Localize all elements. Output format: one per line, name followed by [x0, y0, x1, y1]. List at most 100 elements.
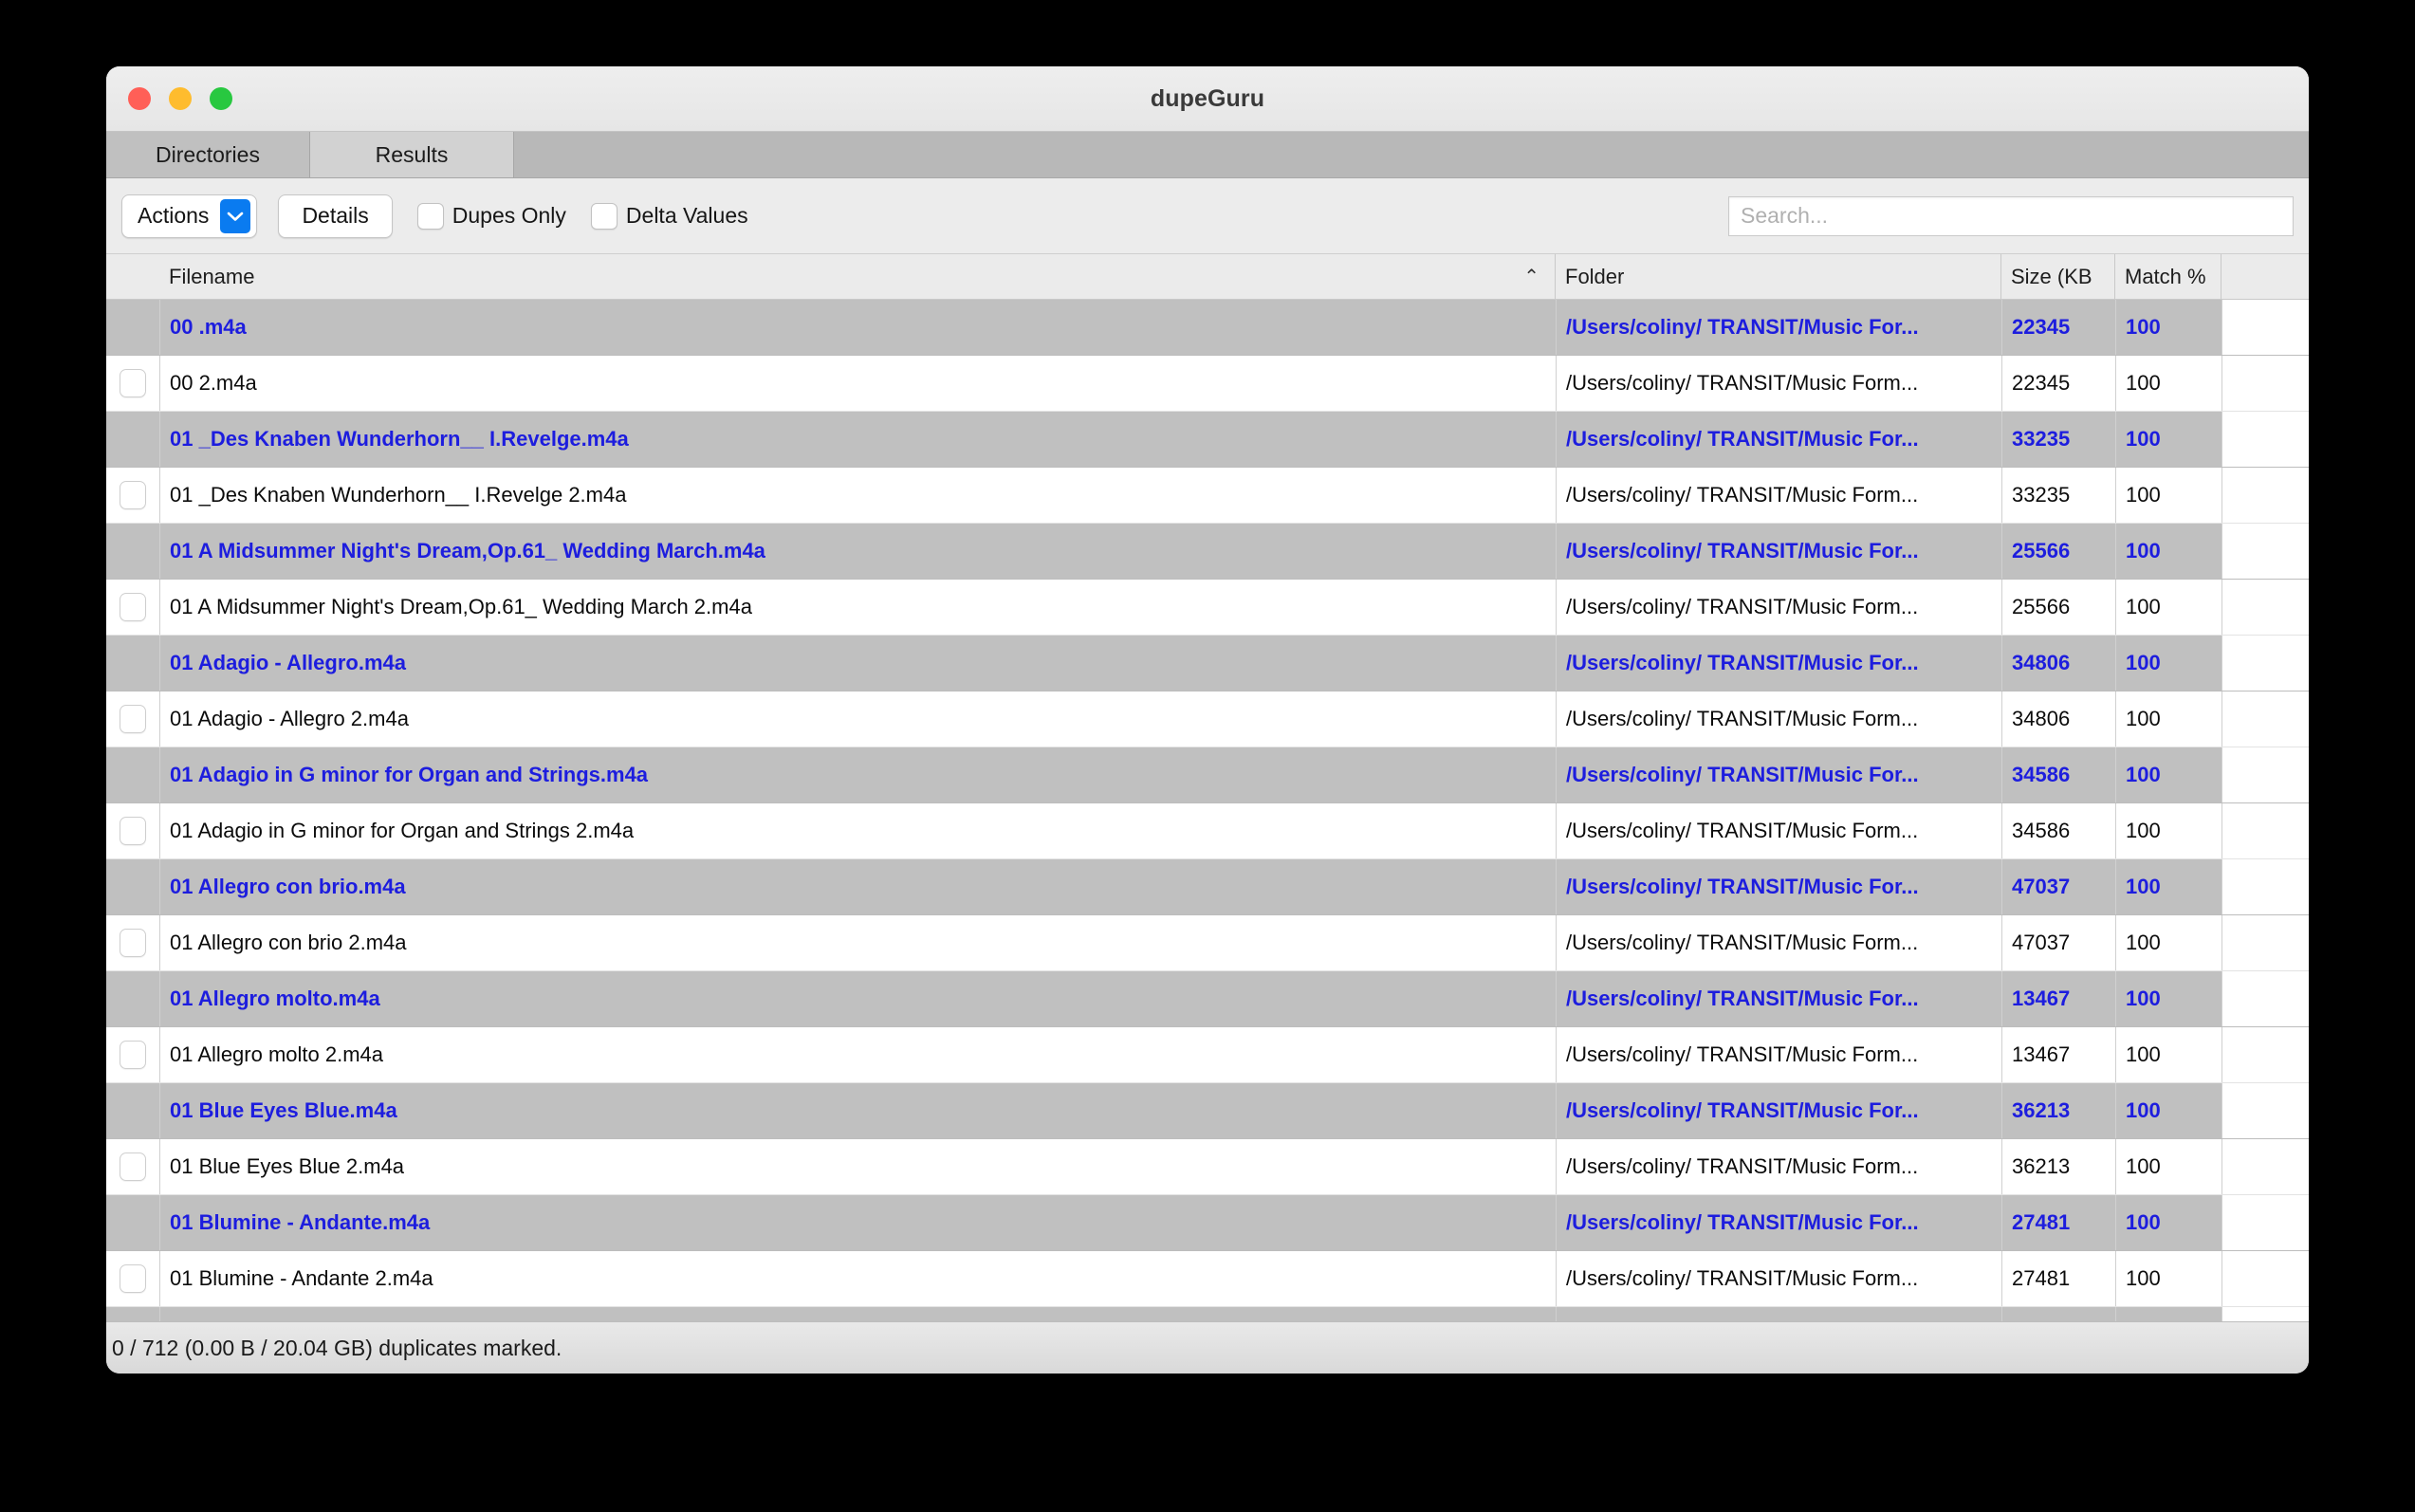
actions-button[interactable]: Actions	[121, 194, 258, 238]
row-filename: 01 Blue Eyes Blue.m4a	[159, 1083, 1556, 1138]
row-filename: 00 .m4a	[159, 300, 1556, 355]
table-row-group[interactable]: 01 A Midsummer Night's Dream,Op.61_ Wedd…	[106, 524, 2309, 580]
row-checkbox[interactable]	[120, 1264, 146, 1293]
tab-bar: Directories Results	[106, 132, 2309, 178]
table-row[interactable]: 01 Allegro con brio 2.m4a/Users/coliny/ …	[106, 915, 2309, 971]
search-input[interactable]: Search...	[1728, 195, 2294, 236]
row-match: 100	[2115, 971, 2221, 1026]
row-checkbox[interactable]	[120, 1041, 146, 1069]
row-checkbox[interactable]	[120, 369, 146, 397]
row-checkbox-cell	[106, 412, 159, 467]
row-checkbox[interactable]	[120, 929, 146, 957]
row-match: 100	[2115, 524, 2221, 579]
row-size: 27481	[2001, 1251, 2115, 1306]
row-checkbox-cell	[106, 356, 159, 411]
row-filename: 01 Blumine - Andante 2.m4a	[159, 1251, 1556, 1306]
chevron-down-icon[interactable]	[220, 198, 251, 233]
row-match: 100	[2115, 1083, 2221, 1138]
row-size: 47037	[2001, 915, 2115, 970]
row-size: 34806	[2001, 636, 2115, 691]
row-filename: 00 2.m4a	[159, 356, 1556, 411]
row-checkbox-cell	[106, 1139, 159, 1194]
table-row[interactable]: 01 Blue Eyes Blue 2.m4a/Users/coliny/ TR…	[106, 1139, 2309, 1195]
row-checkbox[interactable]	[120, 481, 146, 509]
row-size: 22345	[2001, 356, 2115, 411]
table-row-group[interactable]: 01 Adagio in G minor for Organ and Strin…	[106, 747, 2309, 803]
row-folder: /Users/coliny/ TRANSIT/Music Form...	[1556, 691, 2001, 747]
row-size: 34586	[2001, 747, 2115, 802]
tab-directories[interactable]: Directories	[106, 132, 310, 177]
row-checkbox[interactable]	[120, 593, 146, 621]
row-filler	[2221, 1195, 2309, 1250]
table-row[interactable]: 01 A Midsummer Night's Dream,Op.61_ Wedd…	[106, 580, 2309, 636]
row-match: 100	[2115, 468, 2221, 523]
table-row[interactable]: 00 2.m4a/Users/coliny/ TRANSIT/Music For…	[106, 356, 2309, 412]
row-folder: /Users/coliny/ TRANSIT/Music For...	[1556, 300, 2001, 355]
row-checkbox-cell	[106, 747, 159, 802]
row-folder: /Users/coliny/ TRANSIT/Music Form...	[1556, 1251, 2001, 1306]
delta-values-checkbox[interactable]	[590, 202, 618, 230]
row-match: 100	[2115, 1251, 2221, 1306]
table-row[interactable]: 01 Blumine - Andante 2.m4a/Users/coliny/…	[106, 1251, 2309, 1307]
row-checkbox-cell	[106, 1251, 159, 1306]
row-filename: 01 A Midsummer Night's Dream,Op.61_ Wedd…	[159, 524, 1556, 579]
row-filler	[2221, 412, 2309, 467]
row-checkbox[interactable]	[120, 1152, 146, 1181]
row-filler	[2221, 580, 2309, 635]
row-folder: /Users/coliny/ TRANSIT/Music Form...	[1556, 1027, 2001, 1082]
row-filename: 01 _Des Knaben Wunderhorn__ I.Revelge.m4…	[159, 412, 1556, 467]
delta-values-checkbox-group[interactable]: Delta Values	[590, 202, 748, 230]
table-row-group[interactable]: 01 Blue Eyes Blue.m4a/Users/coliny/ TRAN…	[106, 1083, 2309, 1139]
row-checkbox-cell	[106, 803, 159, 858]
table-row-group[interactable]: 01 Bolero for Orchestra.m4a/Users/coliny…	[106, 1307, 2309, 1321]
status-bar: 0 / 712 (0.00 B / 20.04 GB) duplicates m…	[106, 1321, 2309, 1374]
row-folder: /Users/coliny/ TRANSIT/Music For...	[1556, 524, 2001, 579]
tab-results[interactable]: Results	[310, 132, 514, 177]
dupes-only-checkbox[interactable]	[416, 202, 444, 230]
row-folder: /Users/coliny/ TRANSIT/Music Form...	[1556, 1139, 2001, 1194]
row-checkbox-cell	[106, 468, 159, 523]
results-table: Filename ⌃ Folder Size (KB Match % 00 .m…	[106, 254, 2309, 1321]
row-match: 100	[2115, 300, 2221, 355]
actions-button-label: Actions	[138, 203, 210, 228]
row-size: 27481	[2001, 1195, 2115, 1250]
row-filename: 01 Bolero for Orchestra.m4a	[159, 1307, 1556, 1321]
table-row[interactable]: 01 Adagio in G minor for Organ and Strin…	[106, 803, 2309, 859]
column-header-checkbox	[106, 254, 159, 299]
row-filename: 01 Adagio in G minor for Organ and Strin…	[159, 803, 1556, 858]
row-checkbox-cell	[106, 636, 159, 691]
app-window: dupeGuru Directories Results Actions Det…	[106, 66, 2309, 1374]
table-row-group[interactable]: 01 Adagio - Allegro.m4a/Users/coliny/ TR…	[106, 636, 2309, 691]
row-checkbox[interactable]	[120, 705, 146, 733]
row-filename: 01 Adagio - Allegro.m4a	[159, 636, 1556, 691]
delta-values-label: Delta Values	[625, 203, 748, 228]
dupes-only-checkbox-group[interactable]: Dupes Only	[416, 202, 566, 230]
row-folder: /Users/coliny/ TRANSIT/Music Form...	[1556, 468, 2001, 523]
table-row-group[interactable]: 01 Allegro con brio.m4a/Users/coliny/ TR…	[106, 859, 2309, 915]
table-row[interactable]: 01 _Des Knaben Wunderhorn__ I.Revelge 2.…	[106, 468, 2309, 524]
table-row[interactable]: 01 Adagio - Allegro 2.m4a/Users/coliny/ …	[106, 691, 2309, 747]
details-button[interactable]: Details	[278, 194, 393, 238]
row-folder: /Users/coliny/ TRANSIT/Music For...	[1556, 1307, 2001, 1321]
column-header-match[interactable]: Match %	[2115, 254, 2221, 299]
row-match: 100	[2115, 859, 2221, 914]
table-row-group[interactable]: 01 Blumine - Andante.m4a/Users/coliny/ T…	[106, 1195, 2309, 1251]
row-filename: 01 Blue Eyes Blue 2.m4a	[159, 1139, 1556, 1194]
row-filler	[2221, 691, 2309, 747]
row-filename: 01 Allegro molto.m4a	[159, 971, 1556, 1026]
table-row-group[interactable]: 00 .m4a/Users/coliny/ TRANSIT/Music For.…	[106, 300, 2309, 356]
table-row-group[interactable]: 01 Allegro molto.m4a/Users/coliny/ TRANS…	[106, 971, 2309, 1027]
row-folder: /Users/coliny/ TRANSIT/Music For...	[1556, 971, 2001, 1026]
column-header-size[interactable]: Size (KB	[2001, 254, 2115, 299]
row-size: 36213	[2001, 1083, 2115, 1138]
column-header-folder[interactable]: Folder	[1556, 254, 2001, 299]
table-row[interactable]: 01 Allegro molto 2.m4a/Users/coliny/ TRA…	[106, 1027, 2309, 1083]
row-filler	[2221, 915, 2309, 970]
row-checkbox-cell	[106, 859, 159, 914]
row-filler	[2221, 1083, 2309, 1138]
column-header-filename[interactable]: Filename ⌃	[159, 254, 1556, 299]
table-row-group[interactable]: 01 _Des Knaben Wunderhorn__ I.Revelge.m4…	[106, 412, 2309, 468]
row-match: 100	[2115, 1027, 2221, 1082]
row-checkbox[interactable]	[120, 817, 146, 845]
row-filler	[2221, 1307, 2309, 1321]
